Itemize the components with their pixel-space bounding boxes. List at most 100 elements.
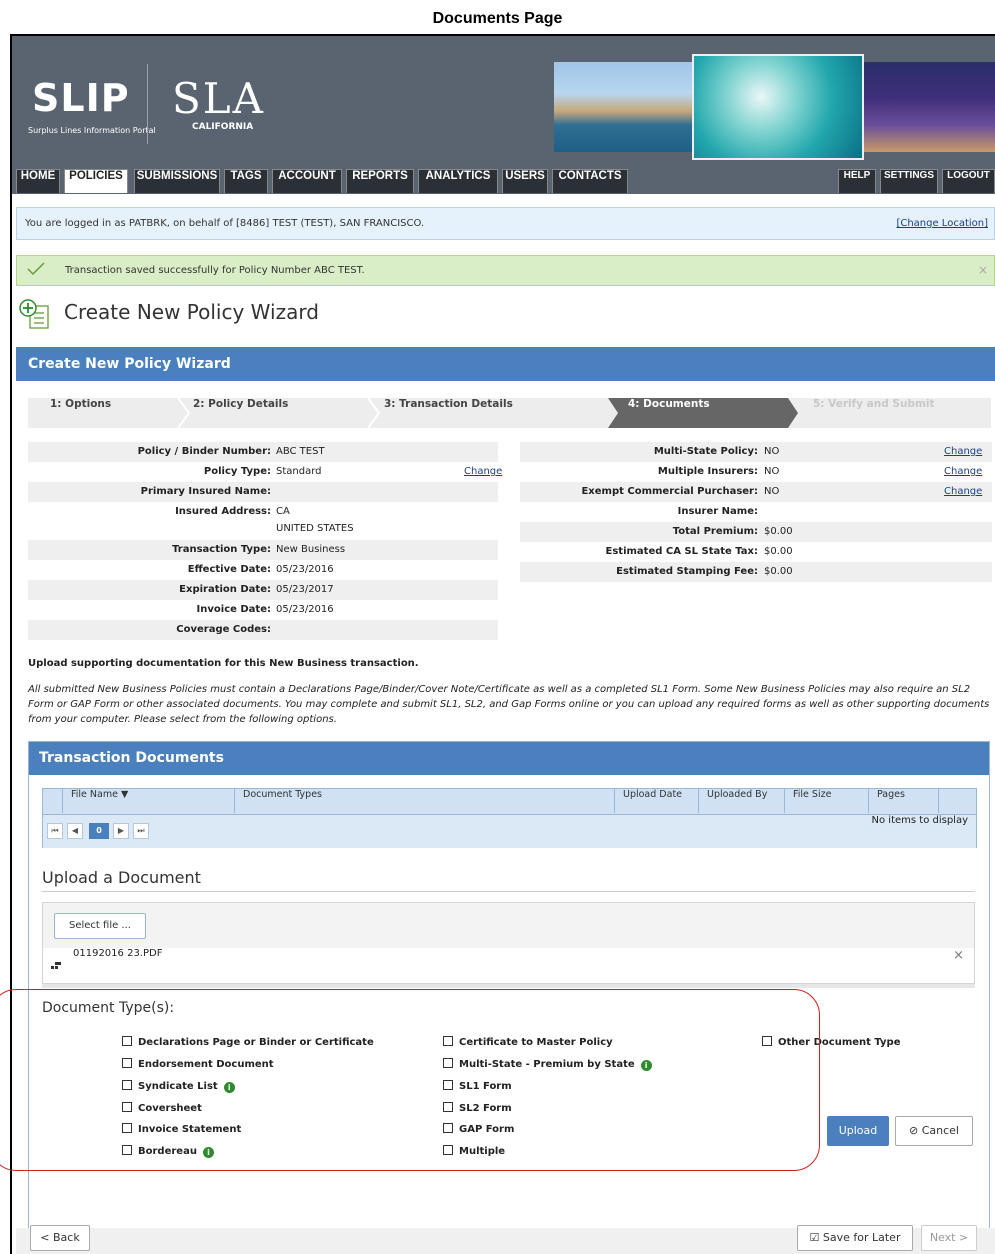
change-exempt-purchaser-link[interactable]: Change	[944, 482, 982, 502]
cancel-button[interactable]: ⊘ Cancel	[895, 1116, 973, 1146]
doctype-checkbox[interactable]: Multi-State - Premium by State i	[443, 1058, 652, 1072]
selected-file-row: 01192016 23.PDF ×	[42, 948, 975, 984]
policy-details-left: Policy / Binder Number: ABC TEST Policy …	[28, 442, 502, 642]
tab-policies[interactable]: POLICIES	[64, 169, 128, 193]
remove-file-icon[interactable]: ×	[953, 948, 964, 963]
doctype-checkbox[interactable]: SL2 Form	[443, 1102, 512, 1116]
info-icon[interactable]: i	[202, 1147, 214, 1158]
doctype-checkbox[interactable]: SL1 Form	[443, 1080, 512, 1094]
change-location-link[interactable]: [Change Location]	[896, 208, 988, 239]
tab-contacts[interactable]: CONTACTS	[552, 169, 628, 193]
detail-row: Policy Type: Standard Change	[28, 462, 502, 482]
column-document-types[interactable]: Document Types	[235, 789, 615, 813]
doctype-checkbox[interactable]: Invoice Statement	[122, 1123, 241, 1137]
doctype-checkbox[interactable]: Declarations Page or Binder or Certifica…	[122, 1036, 374, 1050]
doctype-label: Bordereau	[138, 1146, 197, 1157]
column-upload-date[interactable]: Upload Date	[615, 789, 699, 813]
drag-handle-icon[interactable]	[51, 961, 61, 971]
step-documents[interactable]: 4: Documents	[628, 398, 710, 428]
detail-row: Transaction Type: New Business	[28, 540, 498, 560]
checkbox-box[interactable]	[443, 1123, 453, 1133]
first-page-icon[interactable]: ⏮	[47, 823, 63, 839]
checkbox-box[interactable]	[122, 1123, 132, 1133]
tab-submissions[interactable]: SUBMISSIONS	[134, 169, 220, 193]
prev-page-icon[interactable]: ◀	[67, 823, 83, 839]
checkbox-box[interactable]	[122, 1145, 132, 1155]
step-separator-icon	[178, 398, 190, 428]
doctype-checkbox[interactable]: Syndicate List i	[122, 1080, 235, 1094]
upload-button[interactable]: Upload	[827, 1116, 889, 1146]
doctype-label: Multiple	[459, 1146, 506, 1157]
file-dropzone[interactable]	[42, 902, 975, 949]
doctype-checkbox[interactable]: Multiple	[443, 1145, 505, 1159]
step-policy-details[interactable]: 2: Policy Details	[193, 398, 288, 428]
tab-analytics[interactable]: ANALYTICS	[418, 169, 498, 193]
info-icon[interactable]: i	[223, 1082, 235, 1093]
detail-label: Effective Date:	[187, 564, 271, 575]
detail-row: Primary Insured Name:	[28, 482, 498, 502]
city-night-photo	[864, 62, 995, 152]
detail-label: Invoice Date:	[196, 604, 271, 615]
doctype-checkbox[interactable]: GAP Form	[443, 1123, 514, 1137]
step-transaction-details[interactable]: 3: Transaction Details	[384, 398, 513, 428]
doctype-checkbox[interactable]: Coversheet	[122, 1102, 202, 1116]
step-options[interactable]: 1: Options	[50, 398, 111, 428]
tab-account[interactable]: ACCOUNT	[272, 169, 342, 193]
column-pages[interactable]: Pages	[869, 789, 939, 813]
doctype-label: GAP Form	[459, 1124, 515, 1135]
doctype-label: SL2 Form	[459, 1103, 512, 1114]
checkbox-box[interactable]	[122, 1036, 132, 1046]
checkbox-box[interactable]	[122, 1080, 132, 1090]
tab-logout[interactable]: LOGOUT	[942, 169, 995, 193]
site-header: SLIP Surplus Lines Information Portal SL…	[12, 36, 995, 194]
close-icon[interactable]: ×	[978, 256, 988, 285]
doctype-checkbox[interactable]: Endorsement Document	[122, 1058, 274, 1072]
checkbox-box[interactable]	[122, 1102, 132, 1112]
add-document-icon	[19, 299, 49, 329]
checkbox-box[interactable]	[443, 1145, 453, 1155]
detail-row: Effective Date: 05/23/2016	[28, 560, 498, 580]
detail-value: $0.00	[764, 546, 793, 557]
detail-label: Total Premium:	[672, 526, 758, 537]
detail-row: Insured Address: CA UNITED STATES	[28, 502, 498, 540]
checkbox-box[interactable]	[443, 1036, 453, 1046]
detail-row: Coverage Codes:	[28, 620, 498, 640]
tab-help[interactable]: HELP	[838, 169, 876, 193]
tab-settings[interactable]: SETTINGS	[880, 169, 938, 193]
last-page-icon[interactable]: ⏭	[133, 823, 149, 839]
save-for-later-button[interactable]: ☑ Save for Later	[797, 1225, 913, 1251]
sla-logo-subtitle: CALIFORNIA	[192, 122, 254, 132]
tab-users[interactable]: USERS	[502, 169, 548, 193]
slip-logo[interactable]: SLIP	[32, 76, 130, 120]
detail-row: Estimated CA SL State Tax: $0.00	[520, 542, 992, 562]
coastline-photo	[554, 62, 694, 152]
change-policy-type-link[interactable]: Change	[464, 462, 502, 482]
column-file-name[interactable]: File Name ▼	[63, 789, 235, 813]
sla-logo[interactable]: SLA	[172, 74, 265, 123]
change-multiple-insurers-link[interactable]: Change	[944, 462, 982, 482]
info-icon[interactable]: i	[640, 1060, 652, 1071]
doctype-checkbox[interactable]: Other Document Type	[762, 1036, 901, 1050]
checkbox-box[interactable]	[122, 1058, 132, 1068]
tab-home[interactable]: HOME	[16, 169, 60, 193]
checkbox-box[interactable]	[443, 1080, 453, 1090]
back-button[interactable]: < Back	[30, 1225, 90, 1251]
column-uploaded-by[interactable]: Uploaded By	[699, 789, 785, 813]
tab-tags[interactable]: TAGS	[224, 169, 268, 193]
documents-grid: File Name ▼ Document Types Upload Date U…	[42, 788, 977, 848]
tab-reports[interactable]: REPORTS	[346, 169, 414, 193]
save-label: Save for Later	[822, 1231, 901, 1244]
detail-row: Policy / Binder Number: ABC TEST	[28, 442, 498, 462]
column-file-size[interactable]: File Size	[785, 789, 869, 813]
checkbox-box[interactable]	[443, 1058, 453, 1068]
current-page[interactable]: 0	[89, 823, 109, 839]
checkbox-box[interactable]	[762, 1036, 772, 1046]
select-file-button[interactable]: Select file ...	[54, 913, 146, 939]
upload-instructions: All submitted New Business Policies must…	[28, 684, 990, 725]
checkbox-box[interactable]	[443, 1102, 453, 1112]
detail-label: Multiple Insurers:	[657, 466, 758, 477]
next-page-icon[interactable]: ▶	[113, 823, 129, 839]
doctype-checkbox[interactable]: Bordereau i	[122, 1145, 214, 1159]
change-multi-state-link[interactable]: Change	[944, 442, 982, 462]
doctype-checkbox[interactable]: Certificate to Master Policy	[443, 1036, 613, 1050]
